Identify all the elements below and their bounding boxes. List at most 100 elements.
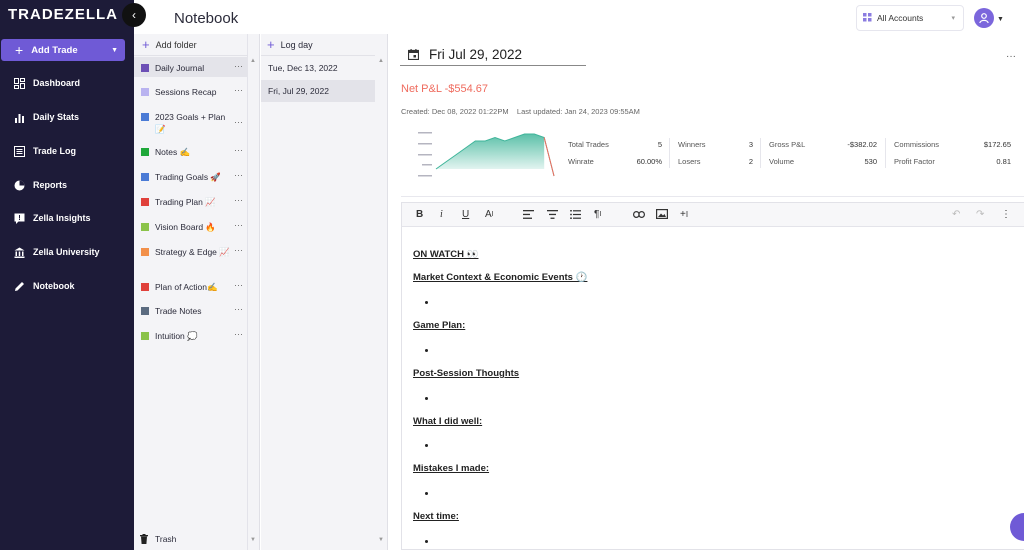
date-underline [400,65,586,66]
chevron-down-icon: ▾ [951,15,955,22]
section-heading[interactable]: Market Context & Economic Events 🕐 [413,272,587,283]
insert-icon[interactable]: + I [680,207,688,221]
plus-icon: + [142,37,150,52]
add-trade-button[interactable]: + Add Trade ▼ [1,39,125,61]
folder-item-strategy-edge[interactable]: Strategy & Edge 📈 ··· [134,245,248,258]
pie-chart-icon [14,180,25,191]
trash-button[interactable]: Trash [140,534,176,544]
more-vertical-icon[interactable]: ⋮ [1001,207,1011,221]
scroll-down-icon[interactable]: ▼ [378,537,384,543]
folder-item-vision-board[interactable]: Vision Board 🔥 ··· [134,220,248,233]
stat-label: Gross P&L [769,140,806,149]
folder-label: Trade Notes [155,306,202,316]
sidebar-item-trade-log[interactable]: Trade Log [14,143,76,159]
align-center-icon[interactable] [547,207,558,221]
list-bullet[interactable] [425,349,428,352]
underline-icon[interactable]: U [462,207,469,221]
day-item[interactable]: Fri, Jul 29, 2022 [261,80,375,102]
folder-color-swatch [141,283,149,291]
text-size-icon[interactable]: AI [485,207,494,221]
list-bullet[interactable] [425,397,428,400]
sidebar-item-daily-stats[interactable]: Daily Stats [14,109,79,125]
collapse-sidebar-button[interactable]: ‹ [122,3,146,27]
bullet-list-icon[interactable] [570,207,581,221]
link-icon[interactable] [633,207,645,221]
image-icon[interactable] [656,207,668,221]
scroll-up-icon[interactable]: ▲ [250,58,256,64]
section-heading[interactable]: Next time: [413,511,459,522]
divider [134,55,248,56]
more-icon[interactable]: ··· [234,304,248,314]
undo-icon[interactable]: ↶ [952,207,960,221]
folder-item-trading-goals[interactable]: Trading Goals 🚀 ··· [134,170,248,183]
folder-scrollbar[interactable]: ▲ ▼ [248,34,260,550]
italic-icon[interactable]: i [440,207,443,221]
more-icon[interactable]: ··· [234,170,248,180]
sidebar-item-notebook[interactable]: Notebook [14,278,75,294]
more-icon[interactable]: ··· [234,85,248,95]
day-scrollbar[interactable]: ▲ ▼ [375,34,388,550]
more-icon[interactable]: ··· [234,220,248,230]
folder-item-intuition[interactable]: Intuition 💭 ··· [134,329,248,342]
more-icon[interactable]: ··· [234,145,248,155]
list-bullet[interactable] [425,540,428,543]
sidebar-item-zella-insights[interactable]: Zella Insights [14,210,91,226]
log-day-button[interactable]: + Log day [267,37,313,52]
folder-item-daily-journal[interactable]: Daily Journal ··· [134,57,248,77]
more-icon[interactable]: ··· [234,329,248,339]
stat-value: 2 [748,157,753,166]
more-icon[interactable]: ··· [1006,51,1016,62]
add-folder-button[interactable]: + Add folder [142,37,197,52]
log-day-panel [261,34,375,550]
sidebar-item-label: Notebook [33,281,75,291]
list-bullet[interactable] [425,301,428,304]
align-left-icon[interactable] [523,207,534,221]
folder-label: Strategy & Edge 📈 [155,247,230,257]
brand-logo[interactable]: TRADEZELLA [8,6,118,23]
paragraph-icon[interactable]: ¶ I [594,207,601,221]
stat-volume: Volume [769,157,794,166]
folder-item-sessions-recap[interactable]: Sessions Recap ··· [134,85,248,98]
scroll-up-icon[interactable]: ▲ [378,58,384,64]
stat-value: 60.00% [636,157,662,166]
section-heading[interactable]: Game Plan: [413,320,465,331]
user-icon [979,13,989,24]
section-heading[interactable]: What I did well: [413,416,482,427]
chevron-down-icon[interactable]: ▼ [997,16,1004,23]
more-icon[interactable]: ··· [234,117,248,127]
scroll-down-icon[interactable]: ▼ [250,537,256,543]
sidebar-item-dashboard[interactable]: Dashboard [14,75,80,91]
folder-item-trading-plan[interactable]: Trading Plan 📈 ··· [134,195,248,208]
date-picker[interactable]: Fri Jul 29, 2022 [408,47,522,62]
folder-label: Plan of Action✍️ [155,282,218,292]
note-meta: Created: Dec 08, 2022 01:22PM Last updat… [401,107,640,116]
section-heading[interactable]: ON WATCH 👀 [413,249,478,260]
stat-profit-factor: Profit Factor [894,157,935,166]
avatar[interactable] [974,8,994,28]
chevron-down-icon[interactable]: ▼ [111,47,118,54]
stat-label: Winrate [568,157,594,166]
folder-item-notes[interactable]: Notes ✍️ ··· [134,145,248,158]
accounts-selector[interactable]: All Accounts ▾ [856,5,964,31]
section-heading[interactable]: Mistakes I made: [413,463,489,474]
folder-item-trade-notes[interactable]: Trade Notes ··· [134,304,248,317]
sidebar-item-zella-university[interactable]: Zella University [14,244,100,260]
stat-value: -$382.02 [847,140,877,149]
folder-item-2023-goals[interactable]: 2023 Goals + Plan 📝 ··· [134,111,248,135]
section-heading[interactable]: Post-Session Thoughts [413,368,519,379]
stat-value: $172.65 [983,140,1011,149]
day-item-label: Fri, Jul 29, 2022 [268,86,329,96]
folder-color-swatch [141,113,149,121]
redo-icon[interactable]: ↷ [976,207,984,221]
more-icon[interactable]: ··· [234,280,248,290]
sidebar-item-reports[interactable]: Reports [14,177,67,193]
list-bullet[interactable] [425,492,428,495]
day-item[interactable]: Tue, Dec 13, 2022 [261,57,375,79]
more-icon[interactable]: ··· [234,61,248,71]
bold-icon[interactable]: B [416,207,423,221]
more-icon[interactable]: ··· [234,245,248,255]
folder-color-swatch [141,64,149,72]
list-bullet[interactable] [425,444,428,447]
more-icon[interactable]: ··· [234,195,248,205]
folder-item-plan-of-action[interactable]: Plan of Action✍️ ··· [134,280,248,293]
